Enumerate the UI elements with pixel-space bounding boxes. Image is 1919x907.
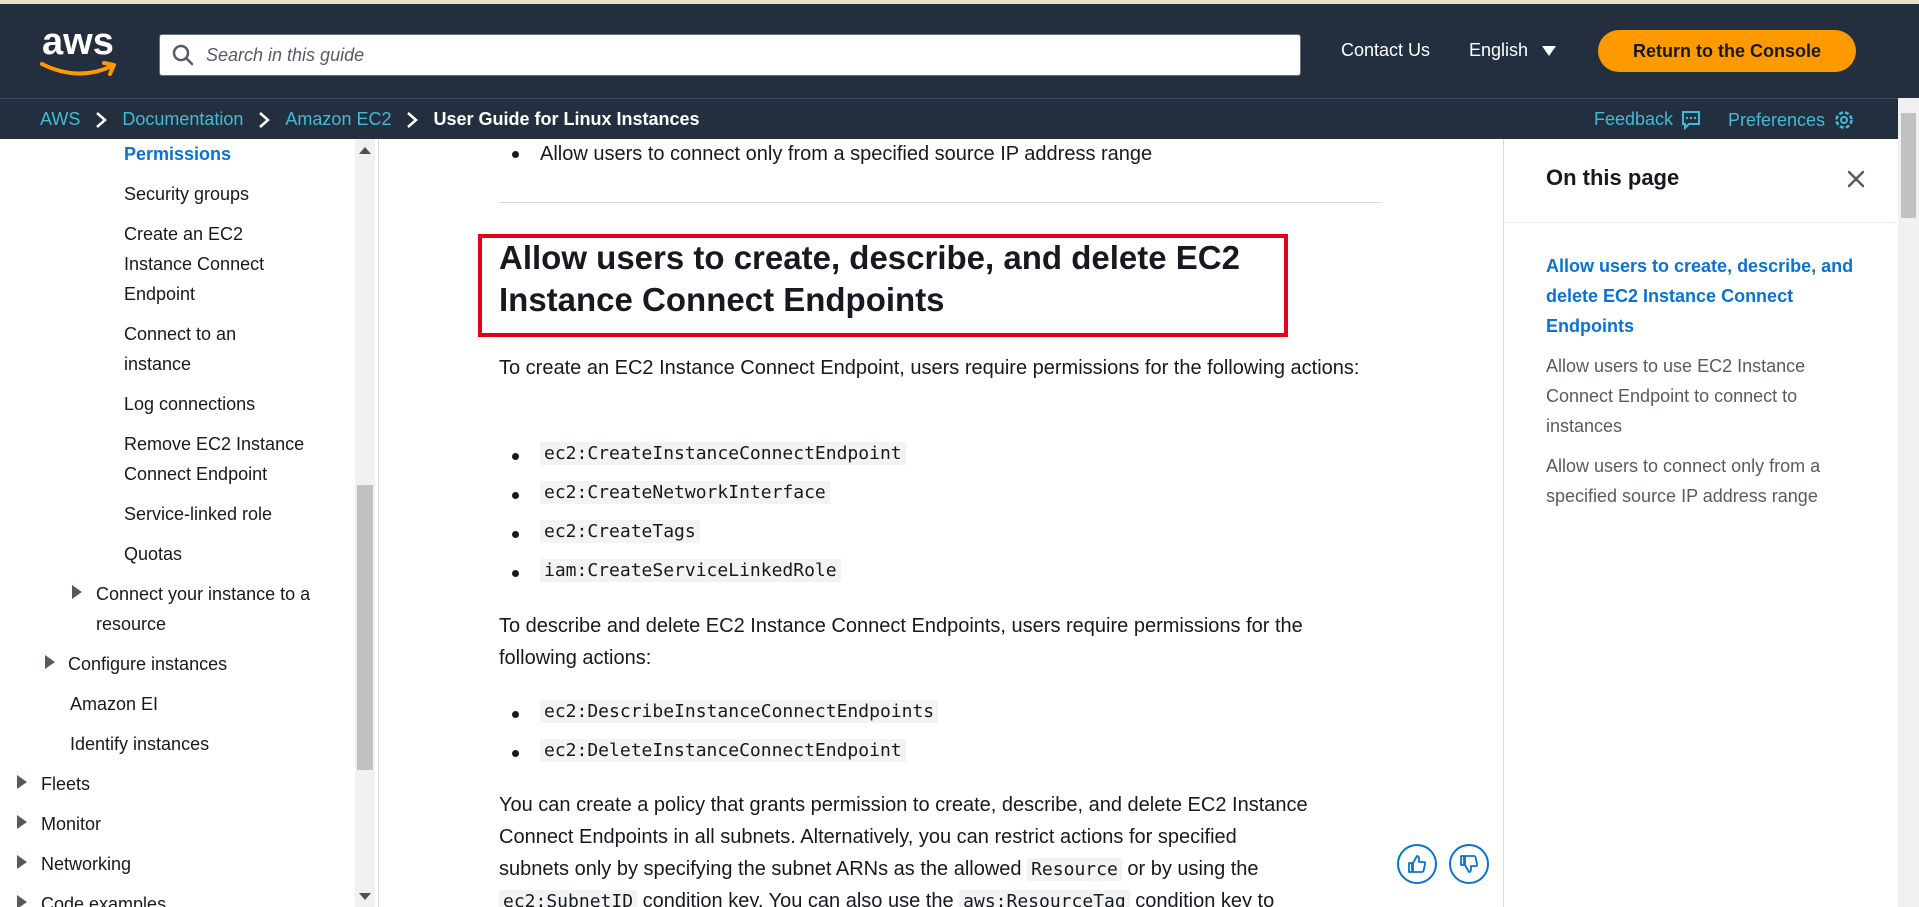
paragraph-describe: To describe and delete EC2 Instance Conn…	[499, 615, 1303, 669]
paragraph-text: or by using the	[1127, 858, 1259, 880]
list-bullet	[512, 531, 519, 538]
thumbs-up-button[interactable]	[1397, 844, 1437, 884]
scroll-down-arrow-icon[interactable]	[359, 893, 371, 900]
breadcrumb-current: User Guide for Linux Instances	[433, 109, 700, 129]
paragraph-policy-line4: ec2:SubnetID condition key. You can also…	[499, 885, 1274, 907]
breadcrumb-aws[interactable]: AWS	[40, 109, 80, 130]
sidebar-scrollbar-thumb[interactable]	[357, 485, 373, 770]
paragraph-create: To create an EC2 Instance Connect Endpoi…	[499, 357, 1360, 379]
code-action: iam:CreateServiceLinkedRole	[540, 559, 841, 582]
toc-item-use-endpoint[interactable]: Allow users to use EC2 Instance Connect …	[1546, 351, 1856, 441]
list-bullet	[512, 570, 519, 577]
page-scrollbar[interactable]	[1898, 98, 1919, 907]
nav-item-remove-endpoint[interactable]: Remove EC2 Instance Connect Endpoint	[124, 429, 324, 489]
divider	[499, 202, 1382, 203]
list-bullet	[512, 711, 519, 718]
aws-smile-icon	[40, 61, 116, 76]
sidebar-scrollbar[interactable]	[355, 139, 375, 907]
nav-item-fleets[interactable]: Fleets	[41, 769, 90, 799]
return-to-console-button[interactable]: Return to the Console	[1598, 30, 1856, 72]
list-bullet	[512, 453, 519, 460]
search-input[interactable]	[204, 43, 1284, 67]
feedback-link[interactable]: Feedback	[1594, 109, 1701, 130]
language-selector[interactable]: English	[1469, 40, 1557, 61]
paragraph-policy-line3: subnets only by specifying the subnet AR…	[499, 853, 1259, 886]
expand-triangle-icon[interactable]	[72, 585, 82, 599]
list-bullet	[512, 151, 519, 158]
inline-code: aws:ResourceTag	[959, 890, 1130, 907]
thumbs-up-icon	[1408, 855, 1427, 873]
breadcrumb: AWS Documentation Amazon EC2 User Guide …	[40, 109, 700, 130]
inline-code: Resource	[1027, 858, 1122, 881]
language-label: English	[1469, 40, 1529, 60]
expand-triangle-icon[interactable]	[17, 855, 27, 869]
expand-triangle-icon[interactable]	[45, 655, 55, 669]
nav-item-security-groups[interactable]: Security groups	[124, 179, 249, 209]
page-scrollbar-thumb[interactable]	[1901, 113, 1916, 218]
contact-us-link[interactable]: Contact Us	[1341, 40, 1430, 61]
aws-logo[interactable]: aws	[40, 22, 122, 78]
left-navigation: Permissions Security groups Create an EC…	[0, 139, 355, 907]
chevron-right-icon	[96, 111, 108, 128]
close-icon[interactable]	[1846, 169, 1866, 189]
inline-code: ec2:SubnetID	[499, 890, 638, 907]
nav-item-monitor[interactable]: Monitor	[41, 809, 101, 839]
caret-down-icon	[1542, 45, 1557, 56]
toc-item-ip-range[interactable]: Allow users to connect only from a speci…	[1546, 451, 1856, 511]
breadcrumb-bar: AWS Documentation Amazon EC2 User Guide …	[0, 98, 1898, 139]
nav-item-code-examples[interactable]: Code examples	[41, 889, 166, 907]
code-action: ec2:DescribeInstanceConnectEndpoints	[540, 700, 939, 723]
section-link-ip-range[interactable]: Allow users to connect only from a speci…	[540, 139, 1152, 170]
list-bullet	[512, 492, 519, 499]
breadcrumb-documentation[interactable]: Documentation	[122, 109, 243, 130]
on-this-page-panel: On this page Allow users to create, desc…	[1504, 139, 1895, 907]
search-box[interactable]	[159, 34, 1301, 76]
feedback-icon	[1682, 110, 1701, 130]
paragraph-text: condition key. You can also use the	[642, 890, 954, 907]
nav-item-create-endpoint[interactable]: Create an EC2 Instance Connect Endpoint	[124, 219, 304, 309]
thumbs-down-icon	[1460, 855, 1479, 873]
expand-triangle-icon[interactable]	[17, 895, 27, 907]
paragraph-text: subnets only by specifying the subnet AR…	[499, 858, 1022, 880]
aws-logo-text: aws	[42, 21, 114, 63]
chevron-right-icon	[407, 111, 419, 128]
code-action: ec2:CreateInstanceConnectEndpoint	[540, 442, 906, 465]
toc-title: On this page	[1546, 165, 1680, 190]
list-bullet	[512, 750, 519, 757]
paragraph-policy-line2: Connect Endpoints in all subnets. Altern…	[499, 826, 1237, 848]
main-content: Allow users to connect only from a speci…	[379, 139, 1503, 907]
scroll-up-arrow-icon[interactable]	[359, 147, 371, 154]
top-navigation-bar: aws Contact Us English Return to the Con…	[0, 0, 1919, 98]
toc-item-create-describe-delete[interactable]: Allow users to create, describe, and del…	[1546, 251, 1856, 341]
chevron-right-icon	[259, 111, 271, 128]
paragraph-text: condition key to	[1135, 890, 1275, 907]
expand-triangle-icon[interactable]	[17, 815, 27, 829]
nav-item-permissions[interactable]: Permissions	[124, 139, 231, 169]
code-action: ec2:CreateNetworkInterface	[540, 481, 830, 504]
thumbs-down-button[interactable]	[1449, 844, 1489, 884]
nav-item-identify-instances[interactable]: Identify instances	[70, 729, 209, 759]
nav-item-log-connections[interactable]: Log connections	[124, 389, 255, 419]
code-action: ec2:CreateTags	[540, 520, 700, 543]
browser-edge	[0, 0, 1919, 4]
nav-item-quotas[interactable]: Quotas	[124, 539, 182, 569]
toc-separator	[1504, 222, 1895, 223]
feedback-label: Feedback	[1594, 109, 1674, 129]
preferences-link[interactable]: Preferences	[1728, 109, 1855, 131]
search-icon	[172, 44, 194, 66]
paragraph-policy-line1: You can create a policy that grants perm…	[499, 794, 1308, 816]
nav-item-configure-instances[interactable]: Configure instances	[68, 649, 227, 679]
highlight-box	[478, 234, 1288, 337]
breadcrumb-amazon-ec2[interactable]: Amazon EC2	[285, 109, 391, 130]
code-action: ec2:DeleteInstanceConnectEndpoint	[540, 739, 906, 762]
gear-icon	[1835, 111, 1853, 129]
nav-item-networking[interactable]: Networking	[41, 849, 131, 879]
nav-item-connect-instance[interactable]: Connect to an instance	[124, 319, 274, 379]
nav-item-amazon-ei[interactable]: Amazon EI	[70, 689, 158, 719]
nav-item-service-linked-role[interactable]: Service-linked role	[124, 499, 272, 529]
preferences-label: Preferences	[1728, 109, 1826, 130]
expand-triangle-icon[interactable]	[17, 775, 27, 789]
nav-item-connect-resource[interactable]: Connect your instance to a resource	[96, 579, 326, 639]
